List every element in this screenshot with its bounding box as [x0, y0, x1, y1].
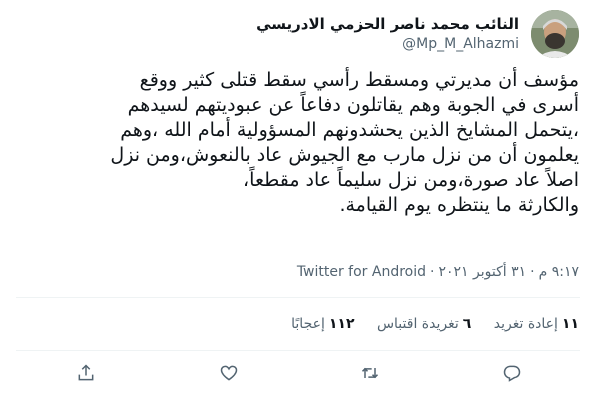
likes-label: إعجابًا	[291, 316, 325, 332]
likes-count: ١١٢	[328, 316, 355, 332]
tweet-time[interactable]: ٩:١٧ م	[539, 264, 579, 280]
avatar-photo	[531, 10, 579, 58]
tweet-text-line: اصلاً عاد صورة،ومن نزل سليماً عاد مقطعاً…	[243, 169, 579, 191]
meta-separator: ·	[530, 264, 535, 280]
share-icon	[78, 364, 94, 381]
like-button[interactable]	[216, 360, 242, 386]
tweet-text-line: والكارثة ما ينتظره يوم القيامة.	[339, 194, 579, 216]
tweet: النائب محمد ناصر الحزمي الادريسي @Mp_M_A…	[0, 0, 594, 401]
display-name[interactable]: النائب محمد ناصر الحزمي الادريسي	[256, 14, 519, 34]
share-button[interactable]	[73, 360, 99, 386]
reply-icon	[503, 365, 521, 382]
tweet-date[interactable]: ٣١ أكتوبر ٢٠٢١	[438, 264, 526, 280]
tweet-text-line: يعلمون أن من نزل مارب مع الجيوش عاد بالن…	[110, 144, 579, 166]
reply-button[interactable]	[499, 360, 525, 386]
tweet-text: مؤسف أن مديرتي ومسقط رأسي سقط قتلى كثير …	[14, 68, 579, 218]
quotes-count: ٦	[462, 316, 472, 332]
tweet-text-line: أسرى في الجوبة وهم يقاتلون دفاعاً عن عبو…	[127, 94, 579, 116]
divider	[16, 350, 580, 351]
quotes-stat[interactable]: ٦تغريدة اقتباس	[377, 312, 471, 336]
retweets-count: ١١	[561, 316, 579, 332]
quotes-label: تغريدة اقتباس	[376, 316, 459, 332]
divider	[16, 297, 580, 298]
tweet-meta: ٩:١٧ م·٣١ أكتوبر ٢٠٢١·Twitter for Androi…	[14, 262, 579, 282]
tweet-stats: ١١إعادة تغريد ٦تغريدة اقتباس ١١٢إعجابًا	[273, 312, 579, 336]
retweet-button[interactable]	[357, 360, 383, 386]
like-icon	[220, 365, 238, 381]
tweet-actions	[0, 356, 594, 390]
tweet-source[interactable]: Twitter for Android	[297, 264, 426, 280]
retweets-label: إعادة تغريد	[493, 316, 558, 332]
retweet-icon	[361, 367, 379, 379]
retweets-stat[interactable]: ١١إعادة تغريد	[494, 312, 579, 336]
author-info: النائب محمد ناصر الحزمي الادريسي @Mp_M_A…	[256, 14, 519, 54]
tweet-header: النائب محمد ناصر الحزمي الادريسي @Mp_M_A…	[19, 10, 579, 62]
handle[interactable]: @Mp_M_Alhazmi	[256, 34, 519, 54]
tweet-text-line: مؤسف أن مديرتي ومسقط رأسي سقط قتلى كثير …	[139, 69, 579, 91]
meta-separator: ·	[430, 264, 435, 280]
avatar[interactable]	[531, 10, 579, 58]
likes-stat[interactable]: ١١٢إعجابًا	[291, 312, 354, 336]
tweet-text-line: ،يتحمل المشايخ الذين يحشدونهم المسؤولية …	[120, 119, 579, 141]
